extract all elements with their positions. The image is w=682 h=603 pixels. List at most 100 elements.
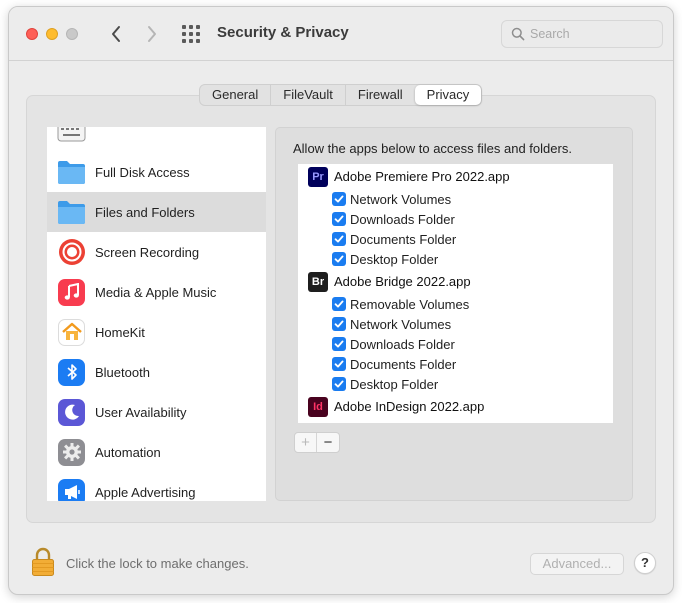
permission-checkbox[interactable] [332, 232, 346, 246]
folder-icon [57, 158, 86, 187]
app-name: Adobe InDesign 2022.app [334, 399, 485, 414]
advanced-button[interactable]: Advanced... [530, 553, 624, 575]
add-remove-control: + − [294, 432, 340, 453]
zoom-button[interactable] [66, 28, 78, 40]
app-name: Adobe Premiere Pro 2022.app [334, 169, 510, 184]
permission-checkbox[interactable] [332, 192, 346, 206]
permission-row[interactable]: Desktop Folder [298, 249, 613, 269]
permission-row[interactable]: Desktop Folder [298, 374, 613, 394]
permission-row[interactable]: Documents Folder [298, 229, 613, 249]
grid-dots-icon [182, 39, 186, 43]
show-all-button[interactable] [182, 25, 202, 43]
moon-icon [57, 398, 86, 427]
grid-dots-icon [182, 32, 186, 36]
sidebar-item-apple-advertising[interactable]: Apple Advertising [47, 472, 266, 501]
add-app-button[interactable]: + [295, 433, 317, 452]
permission-checkbox[interactable] [332, 212, 346, 226]
permission-checkbox[interactable] [332, 337, 346, 351]
bluetooth-icon [57, 358, 86, 387]
grid-dots-icon [196, 25, 200, 29]
chevron-left-icon [112, 26, 120, 42]
checkmark-icon [334, 300, 344, 308]
sidebar-item-label: Files and Folders [95, 204, 195, 220]
panel-header: Allow the apps below to access files and… [293, 141, 572, 156]
search-field[interactable] [501, 20, 663, 48]
bridge-icon: Br [308, 271, 328, 292]
lock-status-text: Click the lock to make changes. [66, 556, 249, 571]
permission-checkbox[interactable] [332, 357, 346, 371]
permission-checkbox[interactable] [332, 252, 346, 266]
tab-firewall[interactable]: Firewall [344, 85, 415, 105]
permission-row[interactable]: Downloads Folder [298, 209, 613, 229]
app-row-indesign[interactable]: Id Adobe InDesign 2022.app [298, 394, 613, 419]
premiere-pro-icon: Pr [308, 166, 328, 187]
permission-label: Removable Volumes [350, 296, 470, 312]
tab-filevault[interactable]: FileVault [270, 85, 345, 105]
checkmark-icon [334, 360, 344, 368]
indesign-icon: Id [308, 396, 328, 417]
permission-label: Desktop Folder [350, 376, 439, 392]
back-button[interactable] [105, 23, 127, 45]
grid-dots-icon [196, 39, 200, 43]
app-row-bridge[interactable]: Br Adobe Bridge 2022.app [298, 269, 613, 294]
permission-label: Desktop Folder [350, 251, 439, 267]
grid-dots-icon [189, 39, 193, 43]
remove-app-button[interactable]: − [317, 433, 339, 452]
gear-icon [57, 438, 86, 467]
permission-label: Downloads Folder [350, 336, 455, 352]
sidebar-item-files-and-folders[interactable]: Files and Folders [47, 192, 266, 232]
checkmark-icon [334, 235, 344, 243]
sidebar-item-automation[interactable]: Automation [47, 432, 266, 472]
sidebar-item-full-disk-access[interactable]: Full Disk Access [47, 152, 266, 192]
folder-icon [57, 198, 86, 227]
keyboard-icon [57, 127, 86, 147]
permission-label: Documents Folder [350, 231, 457, 247]
permission-label: Documents Folder [350, 356, 457, 372]
permission-row[interactable]: Downloads Folder [298, 334, 613, 354]
checkmark-icon [334, 340, 344, 348]
permission-row[interactable]: Documents Folder [298, 354, 613, 374]
sidebar-item-screen-recording[interactable]: Screen Recording [47, 232, 266, 272]
grid-dots-icon [182, 25, 186, 29]
permission-checkbox[interactable] [332, 377, 346, 391]
close-button[interactable] [26, 28, 38, 40]
tab-privacy[interactable]: Privacy [414, 85, 482, 105]
checkmark-icon [334, 320, 344, 328]
search-input[interactable] [530, 24, 656, 44]
app-name: Adobe Bridge 2022.app [334, 274, 471, 289]
permission-checkbox[interactable] [332, 297, 346, 311]
sidebar-item-bluetooth[interactable]: Bluetooth [47, 352, 266, 392]
minimize-button[interactable] [46, 28, 58, 40]
files-folders-panel: Allow the apps below to access files and… [275, 127, 633, 501]
permission-row[interactable]: Network Volumes [298, 314, 613, 334]
sidebar-item-label: Automation [95, 444, 161, 460]
sidebar-item-input-monitoring[interactable] [47, 127, 266, 152]
app-permission-list[interactable]: Pr Adobe Premiere Pro 2022.app Network V… [298, 164, 613, 423]
permission-checkbox[interactable] [332, 317, 346, 331]
sidebar-item-label: Screen Recording [95, 244, 200, 260]
grid-dots-icon [189, 25, 193, 29]
checkmark-icon [334, 215, 344, 223]
sidebar-item-label: Media & Apple Music [95, 284, 217, 300]
permission-row[interactable]: Removable Volumes [298, 294, 613, 314]
sidebar-item-homekit[interactable]: HomeKit [47, 312, 266, 352]
sidebar-item-user-availability[interactable]: User Availability [47, 392, 266, 432]
forward-button[interactable] [141, 23, 163, 45]
app-row-premiere-pro[interactable]: Pr Adobe Premiere Pro 2022.app [298, 164, 613, 189]
screen-recording-icon [57, 238, 86, 267]
window-title: Security & Privacy [217, 24, 349, 41]
tab-general[interactable]: General [200, 85, 270, 105]
permission-label: Network Volumes [350, 316, 452, 332]
chevron-right-icon [148, 26, 156, 42]
help-button[interactable]: ? [634, 552, 656, 574]
permission-label: Downloads Folder [350, 211, 455, 227]
permission-row[interactable]: Network Volumes [298, 189, 613, 209]
search-icon [511, 27, 525, 41]
megaphone-icon [57, 478, 86, 501]
sidebar-item-media-apple-music[interactable]: Media & Apple Music [47, 272, 266, 312]
lock-icon[interactable] [31, 547, 55, 577]
sidebar-item-label: HomeKit [95, 324, 145, 340]
sidebar-item-label: Full Disk Access [95, 164, 190, 180]
checkmark-icon [334, 255, 344, 263]
privacy-sidebar[interactable]: Full Disk Access Files and Folders Scree… [47, 127, 266, 501]
